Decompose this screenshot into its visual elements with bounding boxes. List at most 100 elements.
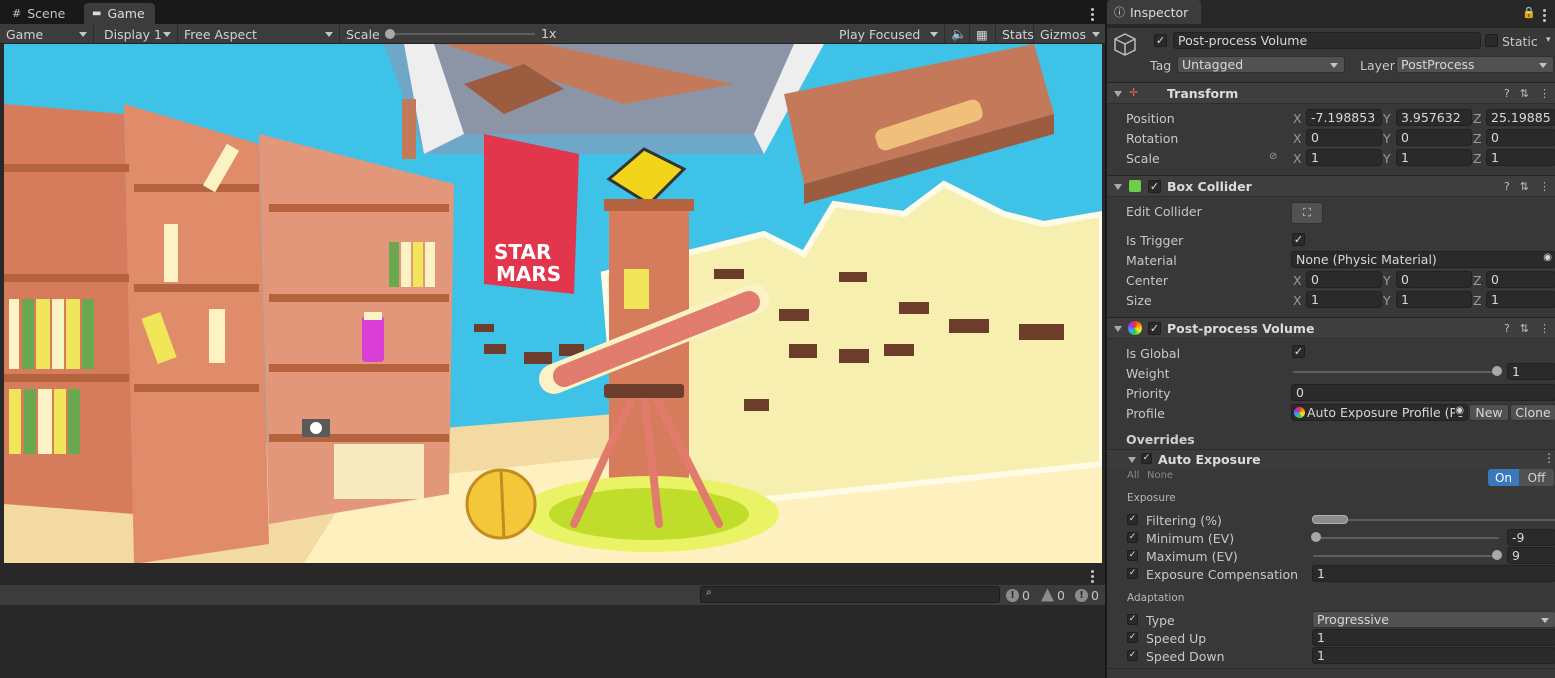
exposure-compensation-override-checkbox[interactable]: ✓ xyxy=(1127,568,1138,579)
rotation-z-field[interactable]: 0 xyxy=(1486,129,1555,146)
component-menu-icon[interactable]: ⋮ xyxy=(1539,87,1550,100)
exposure-compensation-field[interactable]: 1 xyxy=(1312,565,1555,582)
active-checkbox[interactable]: ✓ xyxy=(1154,34,1167,47)
filtering-range-handle[interactable] xyxy=(1312,515,1348,524)
minimum-ev-slider[interactable] xyxy=(1313,537,1499,539)
priority-field[interactable]: 0 xyxy=(1291,384,1555,401)
game-viewport[interactable]: STAR MARS xyxy=(4,44,1102,563)
rotation-x-field[interactable]: 0 xyxy=(1306,129,1382,146)
layer-dropdown[interactable]: PostProcess xyxy=(1396,56,1554,73)
select-all-link[interactable]: All xyxy=(1127,470,1139,481)
auto-exposure-enabled-checkbox[interactable]: ✓ xyxy=(1141,453,1152,464)
inspector-menu-icon[interactable] xyxy=(1539,9,1549,22)
rotation-y-field[interactable]: 0 xyxy=(1396,129,1472,146)
scale-slider[interactable] xyxy=(390,33,535,35)
display-dropdown[interactable]: Display 1 xyxy=(98,24,178,44)
minimum-ev-field[interactable]: -9 xyxy=(1507,529,1555,546)
position-y-field[interactable]: 3.957632 xyxy=(1396,109,1472,126)
speed-down-override-checkbox[interactable]: ✓ xyxy=(1127,650,1138,661)
is-trigger-checkbox[interactable]: ✓ xyxy=(1292,233,1305,246)
preset-icon[interactable]: ⇅ xyxy=(1520,180,1529,193)
tag-dropdown[interactable]: Untagged xyxy=(1177,56,1345,73)
center-x-field[interactable]: 0 xyxy=(1306,271,1382,288)
edit-collider-button[interactable]: ⛶ xyxy=(1291,202,1323,224)
material-field[interactable]: None (Physic Material) ◉ xyxy=(1291,251,1555,268)
maximum-ev-slider[interactable] xyxy=(1313,555,1499,557)
size-z-field[interactable]: 1 xyxy=(1486,291,1555,308)
center-y-value: 0 xyxy=(1401,272,1409,287)
speed-up-field[interactable]: 1 xyxy=(1312,629,1555,646)
speed-down-field[interactable]: 1 xyxy=(1312,647,1555,664)
filtering-range-slider[interactable] xyxy=(1313,519,1555,521)
keyboard-shortcuts-button[interactable]: ▦ xyxy=(970,24,996,44)
warning-count-toggle[interactable]: 0 xyxy=(1041,586,1065,604)
type-override-checkbox[interactable]: ✓ xyxy=(1127,614,1138,625)
message-count-toggle[interactable]: ! 0 xyxy=(1075,586,1099,604)
position-z-field[interactable]: 25.19885 xyxy=(1486,109,1555,126)
static-checkbox[interactable] xyxy=(1485,34,1498,47)
aspect-dropdown[interactable]: Free Aspect xyxy=(178,24,340,44)
center-z-field[interactable]: 0 xyxy=(1486,271,1555,288)
console-search-input[interactable]: ⌕ xyxy=(700,586,1000,603)
clone-profile-button[interactable]: Clone xyxy=(1510,404,1555,421)
display-mode-dropdown[interactable]: Game xyxy=(0,24,94,44)
weight-field[interactable]: 1 xyxy=(1507,363,1555,380)
effect-on-toggle[interactable]: On xyxy=(1488,469,1519,486)
minimum-ev-slider-thumb[interactable] xyxy=(1311,532,1321,542)
constrain-proportions-icon[interactable]: ⊘ xyxy=(1269,151,1277,162)
play-focused-dropdown[interactable]: Play Focused xyxy=(833,24,945,44)
weight-slider[interactable] xyxy=(1293,371,1497,373)
adaptation-type-dropdown[interactable]: Progressive xyxy=(1312,611,1555,628)
tab-scene[interactable]: # Scene xyxy=(4,3,75,24)
static-dropdown-icon[interactable]: ▾ xyxy=(1546,35,1551,45)
effect-menu-icon[interactable]: ⋮ xyxy=(1543,451,1555,465)
maximum-ev-slider-thumb[interactable] xyxy=(1492,550,1502,560)
gizmos-dropdown[interactable]: Gizmos xyxy=(1034,24,1106,44)
weight-slider-thumb[interactable] xyxy=(1492,366,1502,376)
help-icon[interactable]: ? xyxy=(1504,180,1510,193)
stats-button[interactable]: Stats xyxy=(996,24,1034,44)
rotation-z-value: 0 xyxy=(1491,130,1499,145)
ppv-enabled-checkbox[interactable]: ✓ xyxy=(1148,322,1161,335)
effect-off-toggle[interactable]: Off xyxy=(1519,469,1554,486)
mute-audio-button[interactable]: 🔈 xyxy=(945,24,970,44)
transform-header[interactable]: ✛ Transform ? ⇅ ⋮ xyxy=(1107,82,1555,104)
preset-icon[interactable]: ⇅ xyxy=(1520,87,1529,100)
size-x-field[interactable]: 1 xyxy=(1306,291,1382,308)
new-profile-button[interactable]: New xyxy=(1469,404,1509,421)
tab-inspector[interactable]: ⓘ Inspector xyxy=(1107,0,1201,24)
tab-game[interactable]: ▬ Game xyxy=(84,3,155,24)
select-none-link[interactable]: None xyxy=(1147,470,1173,481)
inspector-tab-bar: ⓘ Inspector 🔒 xyxy=(1107,0,1555,28)
post-process-volume-header[interactable]: ✓ Post-process Volume ? ⇅ ⋮ xyxy=(1107,317,1555,339)
auto-exposure-header[interactable]: ✓ Auto Exposure ⋮ xyxy=(1107,449,1555,469)
filtering-override-checkbox[interactable]: ✓ xyxy=(1127,514,1138,525)
maximum-ev-override-checkbox[interactable]: ✓ xyxy=(1127,550,1138,561)
error-count-toggle[interactable]: ! 0 xyxy=(1006,586,1030,604)
minimum-ev-override-checkbox[interactable]: ✓ xyxy=(1127,532,1138,543)
preset-icon[interactable]: ⇅ xyxy=(1520,322,1529,335)
lock-icon[interactable]: 🔒 xyxy=(1522,6,1536,19)
help-icon[interactable]: ? xyxy=(1504,87,1510,100)
scale-x-field[interactable]: 1 xyxy=(1306,149,1382,166)
object-name-field[interactable]: Post-process Volume xyxy=(1173,32,1481,49)
game-view-menu-icon[interactable] xyxy=(1087,8,1097,21)
help-icon[interactable]: ? xyxy=(1504,322,1510,335)
console-menu-icon[interactable] xyxy=(1087,570,1097,583)
speed-up-override-checkbox[interactable]: ✓ xyxy=(1127,632,1138,643)
object-picker-icon[interactable]: ◉ xyxy=(1543,252,1552,263)
scale-z-field[interactable]: 1 xyxy=(1486,149,1555,166)
is-global-checkbox[interactable]: ✓ xyxy=(1292,345,1305,358)
scale-slider-thumb[interactable] xyxy=(385,29,395,39)
box-collider-enabled-checkbox[interactable]: ✓ xyxy=(1148,180,1161,193)
object-picker-icon[interactable]: ◉ xyxy=(1455,405,1464,416)
scale-y-field[interactable]: 1 xyxy=(1396,149,1472,166)
box-collider-header[interactable]: ✓ Box Collider ? ⇅ ⋮ xyxy=(1107,175,1555,197)
position-x-field[interactable]: -7.198853 xyxy=(1306,109,1382,126)
component-menu-icon[interactable]: ⋮ xyxy=(1539,322,1550,335)
maximum-ev-field[interactable]: 9 xyxy=(1507,547,1555,564)
profile-field[interactable]: Auto Exposure Profile (Po ◉ xyxy=(1291,404,1468,421)
size-y-field[interactable]: 1 xyxy=(1396,291,1472,308)
center-y-field[interactable]: 0 xyxy=(1396,271,1472,288)
component-menu-icon[interactable]: ⋮ xyxy=(1539,180,1550,193)
